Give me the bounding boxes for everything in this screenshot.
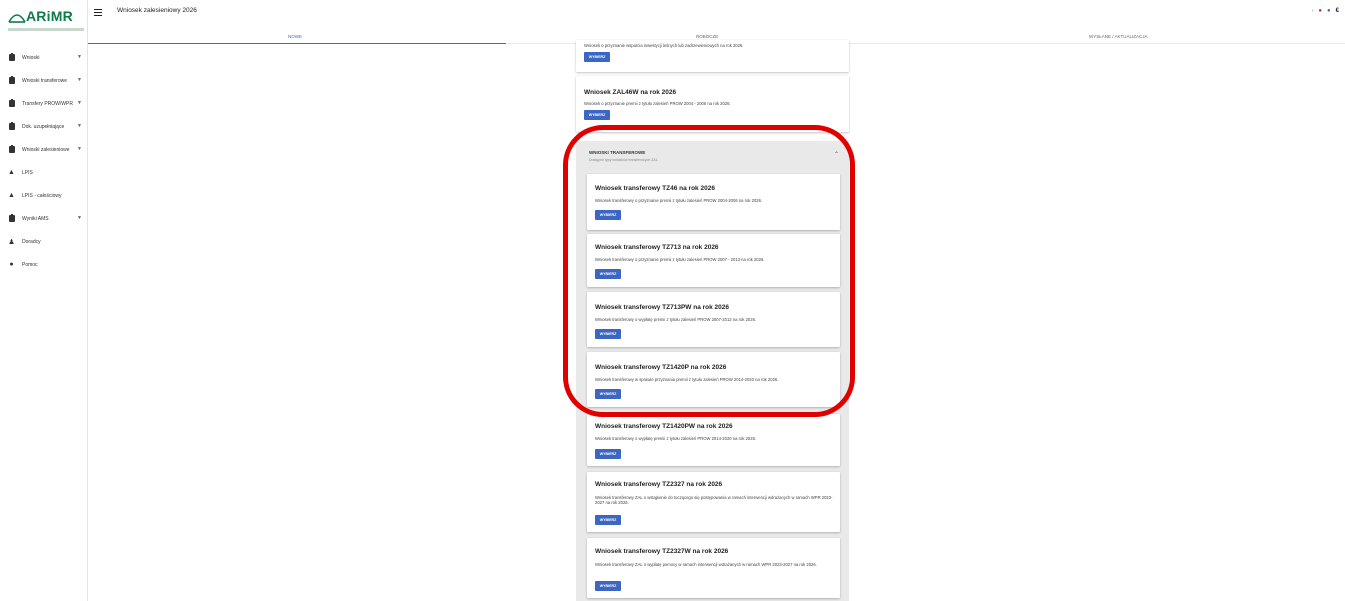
select-button[interactable]: WYBIERZ xyxy=(584,110,610,120)
select-button[interactable]: WYBIERZ xyxy=(595,389,621,399)
sidebar-item-label: LPIS - całościowy xyxy=(22,192,62,199)
logo-subtitle-bar xyxy=(8,28,84,31)
card-description: Wniosek transferowy ZAL o wstąpienie do … xyxy=(595,495,833,506)
card-description: Wniosek transferowy o przyznanie premii … xyxy=(595,257,765,262)
sidebar: ARiMR Wnioski ▼ Wnioski transferowe ▼ Tr… xyxy=(0,0,88,601)
card-description: Wniosek transferowy o przyznanie premii … xyxy=(595,198,763,203)
sidebar-item-label: Wnioski zalesieniowe xyxy=(22,146,70,153)
card-description: Wniosek o przyznanie premii z tytułu zal… xyxy=(584,101,731,106)
tab-robocze[interactable]: ROBOCZE xyxy=(696,34,718,39)
card-title: Wniosek transferowy TZ1420P na rok 2026 xyxy=(595,364,727,371)
clipboard-icon xyxy=(8,145,15,153)
card-description: Wniosek transferowy o wypłatę premii z t… xyxy=(595,317,757,322)
top-icons: ‹ ● ● € xyxy=(1312,8,1339,14)
sidebar-item-wnioski[interactable]: Wnioski ▼ xyxy=(0,46,88,69)
sidebar-item-label: Transfery PROW/WPR xyxy=(22,100,73,107)
clipboard-icon xyxy=(8,214,15,222)
more-icon[interactable]: € xyxy=(1336,8,1339,14)
select-button[interactable]: WYBIERZ xyxy=(595,515,621,525)
sidebar-item-wnioski-transferowe[interactable]: Wnioski transferowe ▼ xyxy=(0,69,88,92)
bell-icon[interactable]: ● xyxy=(1318,8,1322,14)
clipboard-icon xyxy=(8,76,15,84)
application-card: Wniosek transferowy TZ713PW na rok 2026 … xyxy=(587,292,840,347)
card-description: Wniosek transferowy ZAL o wypłatę pomocy… xyxy=(595,562,817,567)
select-button[interactable]: WYBIERZ xyxy=(584,52,610,62)
map-icon: ▲ xyxy=(8,192,15,199)
card-title: Wniosek transferowy TZ46 na rok 2026 xyxy=(595,185,715,192)
application-card: Wniosek transferowy TZ713 na rok 2026 Wn… xyxy=(587,234,840,287)
arimr-logo[interactable]: ARiMR xyxy=(6,6,86,32)
chevron-left-icon[interactable]: ‹ xyxy=(1312,8,1314,14)
select-button[interactable]: WYBIERZ xyxy=(595,269,621,279)
card-title: Wniosek transferowy TZ2327W na rok 2026 xyxy=(595,548,729,555)
card-title: Wniosek transferowy TZ1420PW na rok 2026 xyxy=(595,423,733,430)
chevron-down-icon: ▼ xyxy=(77,77,82,83)
group-title: WNIOSKI TRANSFEROWE xyxy=(589,150,646,155)
select-button[interactable]: WYBIERZ xyxy=(595,449,621,459)
sidebar-item-dok-uzupelniajace[interactable]: Dok. uzupełniające ▼ xyxy=(0,115,88,138)
tab-wyslane[interactable]: WYSŁANE / AKTUALIZACJA xyxy=(1089,34,1148,39)
application-card: Wniosek transferowy TZ46 na rok 2026 Wni… xyxy=(587,174,840,230)
card-title: Wniosek transferowy TZ2327 na rok 2026 xyxy=(595,481,723,488)
sidebar-nav: Wnioski ▼ Wnioski transferowe ▼ Transfer… xyxy=(0,46,88,276)
logo-text: ARiMR xyxy=(26,8,73,24)
top-bar: Wniosek zalesieniowy 2026 ‹ ● ● € NOWE R… xyxy=(88,0,1345,44)
sidebar-item-label: Wnioski transferowe xyxy=(22,77,68,84)
sidebar-item-label: Pomoc xyxy=(22,261,38,268)
application-card: Wniosek transferowy TZ2327 na rok 2026 W… xyxy=(587,472,840,532)
card-description: Wniosek transferowy o wypłatę premii z t… xyxy=(595,436,757,441)
chevron-down-icon: ▼ xyxy=(77,100,82,106)
sidebar-item-wyniki-ams[interactable]: Wyniki AMS ▼ xyxy=(0,207,88,230)
application-card: Wniosek transferowy TZ2327W na rok 2026 … xyxy=(587,538,840,598)
application-card: Wniosek transferowy TZ1420P na rok 2026 … xyxy=(587,352,840,407)
chevron-down-icon: ▼ xyxy=(77,215,82,221)
sidebar-item-label: LPIS xyxy=(22,169,33,176)
chevron-down-icon: ▼ xyxy=(77,146,82,152)
select-button[interactable]: WYBIERZ xyxy=(595,329,621,339)
select-button[interactable]: WYBIERZ xyxy=(595,581,621,591)
sidebar-item-label: Wyniki AMS xyxy=(22,215,49,222)
page-title: Wniosek zalesieniowy 2026 xyxy=(117,7,197,14)
application-card: Wniosek o przyznanie wsparcia inwestycji… xyxy=(576,40,849,72)
card-title: Wniosek transferowy TZ713PW na rok 2026 xyxy=(595,304,730,311)
card-description: Wniosek transferowy w sprawie przyznania… xyxy=(595,377,779,382)
account-icon[interactable]: ● xyxy=(1327,8,1331,14)
clipboard-icon xyxy=(8,122,15,130)
sidebar-item-pomoc[interactable]: ● Pomoc xyxy=(0,253,88,276)
chevron-up-icon[interactable]: ⌃ xyxy=(834,151,839,158)
select-button[interactable]: WYBIERZ xyxy=(595,210,621,220)
chevron-down-icon: ▼ xyxy=(77,123,82,129)
card-description: Wniosek o przyznanie wsparcia inwestycji… xyxy=(584,43,744,48)
sidebar-item-transfery[interactable]: Transfery PROW/WPR ▼ xyxy=(0,92,88,115)
help-icon: ● xyxy=(9,261,14,268)
tab-nowe[interactable]: NOWE xyxy=(288,34,302,39)
sidebar-item-label: Doradcy xyxy=(22,238,41,245)
sidebar-item-wnioski-zalesieniowe[interactable]: Wnioski zalesieniowe ▼ xyxy=(0,138,88,161)
card-title: Wniosek transferowy TZ713 na rok 2026 xyxy=(595,244,719,251)
chevron-down-icon: ▼ xyxy=(77,54,82,60)
group-subtitle: Dostępne typy wniosków transferowych ZAL xyxy=(589,158,658,162)
map-icon: ▲ xyxy=(8,169,15,176)
person-icon: ♟ xyxy=(8,238,15,246)
sidebar-item-doradcy[interactable]: ♟ Doradcy xyxy=(0,230,88,253)
sidebar-item-lpis[interactable]: ▲ LPIS xyxy=(0,161,88,184)
card-title: Wniosek ZAL46W na rok 2026 xyxy=(584,89,677,96)
application-card: Wniosek ZAL46W na rok 2026 Wniosek o prz… xyxy=(576,76,849,132)
sidebar-item-label: Dok. uzupełniające xyxy=(22,123,65,130)
sidebar-item-label: Wnioski xyxy=(22,54,40,61)
clipboard-icon xyxy=(8,99,15,107)
active-tab-indicator xyxy=(88,43,506,44)
logo-arc-icon xyxy=(8,14,26,23)
clipboard-icon xyxy=(8,53,15,61)
menu-icon[interactable] xyxy=(94,9,102,16)
sidebar-item-lpis-calosciowy[interactable]: ▲ LPIS - całościowy xyxy=(0,184,88,207)
application-card: Wniosek transferowy TZ1420PW na rok 2026… xyxy=(587,414,840,466)
